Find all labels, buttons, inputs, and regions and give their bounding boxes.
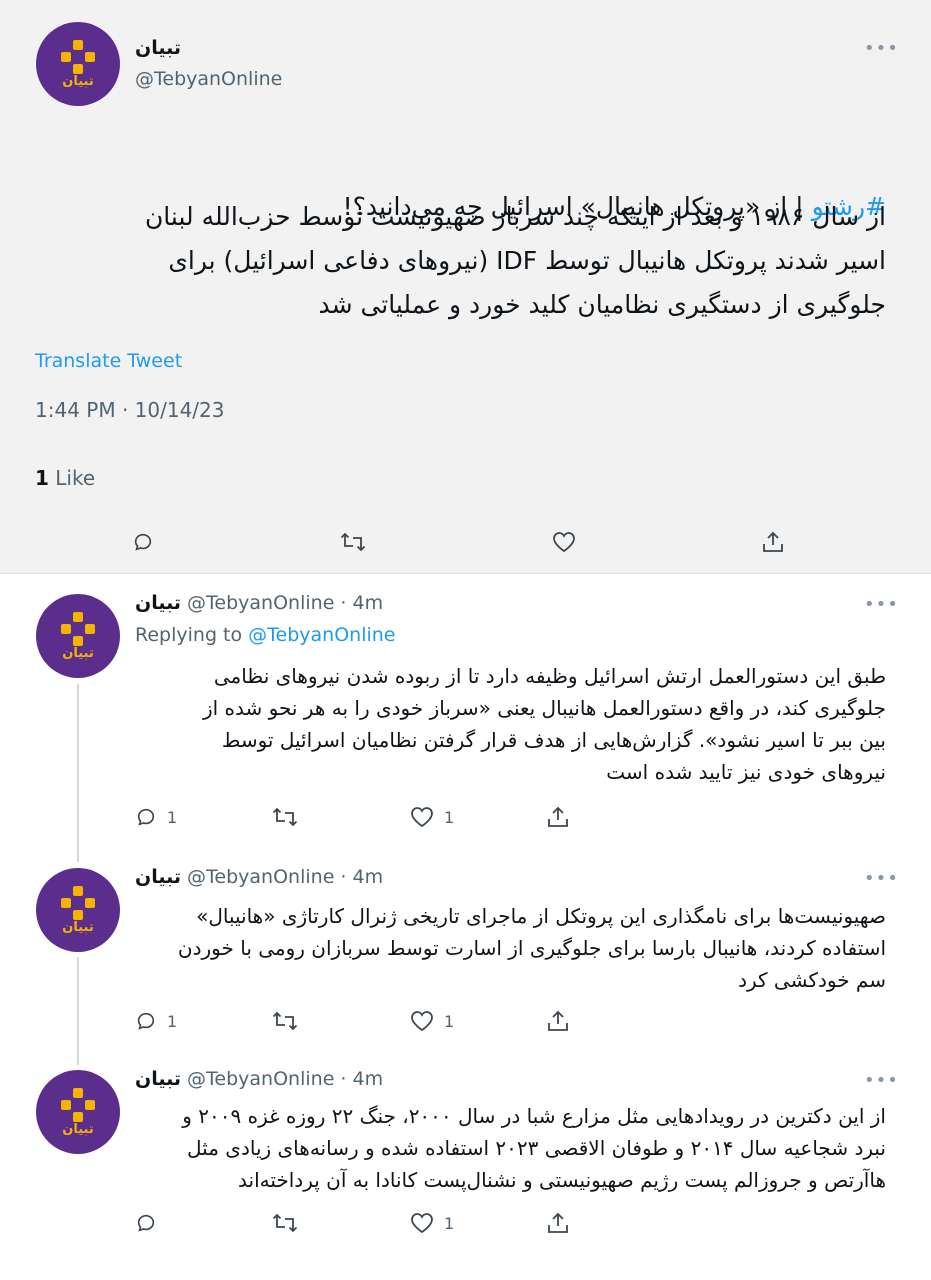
reply-button[interactable] [132,531,154,553]
main-tweet: تبیان تبیان @TebyanOnline ••• #رشتو | از… [0,0,931,574]
reply-header: تبیان @TebyanOnline · 4m [135,1068,383,1090]
retweet-button[interactable] [272,1212,298,1234]
reply-count: 1 [167,807,178,827]
tweet-timestamp[interactable]: 1:44 PM · 10/14/23 [35,398,224,422]
more-dots-icon[interactable]: ••• [864,594,899,615]
reply-icon [137,1214,155,1232]
retweet-icon [340,532,366,552]
logo-text: تبیان [62,919,94,935]
reply-tweet[interactable]: تبیان تبیان @TebyanOnline · 4m ••• صهیون… [0,864,931,1060]
heart-icon [411,807,433,828]
share-icon [548,1010,568,1031]
reply-button[interactable] [135,1212,157,1234]
tweet-body: از سال ۱۹۸۶ و بعد از اینکه چند سرباز صهی… [144,202,886,319]
author-name[interactable]: تبیان [135,866,181,888]
reply-icon [137,808,155,826]
reply-text: از این دکترین در رویدادهایی مثل مزارع شب… [182,1104,886,1192]
tebyan-logo-icon [61,885,95,920]
reply-header: تبیان @TebyanOnline · 4m [135,592,383,614]
heart-icon [411,1213,433,1234]
retweet-button[interactable] [340,531,366,553]
share-button[interactable] [762,531,784,553]
like-count: 1 [444,1213,455,1233]
mention-link[interactable]: @TebyanOnline [248,624,395,646]
reply-tweet[interactable]: تبیان تبیان @TebyanOnline · 4m ••• Reply… [0,574,931,864]
like-button[interactable]: 1 [410,806,454,828]
heart-icon [411,1011,433,1032]
replying-prefix: Replying to [135,624,249,646]
logo-text: تبیان [62,1121,94,1137]
like-count-number: 1 [35,466,49,490]
retweet-button[interactable] [272,1010,298,1032]
share-button[interactable] [547,1212,569,1234]
translate-tweet-link[interactable]: Translate Tweet [35,350,182,372]
more-dots-icon[interactable]: ••• [864,1070,899,1091]
reply-icon [137,1012,155,1030]
replying-to: Replying to @TebyanOnline [135,624,396,646]
like-count: 1 [444,807,455,827]
logo-text: تبیان [62,645,94,661]
like-count-label: Like [48,466,96,490]
like-button[interactable]: 1 [410,1010,454,1032]
tebyan-logo-icon [61,39,95,74]
author-handle-time[interactable]: @TebyanOnline · 4m [187,1068,383,1090]
avatar[interactable]: تبیان [36,22,120,106]
like-count: 1 [444,1011,455,1031]
tebyan-logo-icon [61,1087,95,1122]
reply-icon [134,533,152,551]
reply-count: 1 [167,1011,178,1031]
logo-text: تبیان [62,73,94,89]
tebyan-logo-icon [61,611,95,646]
like-count[interactable]: 1 Like [35,466,95,490]
author-handle-time[interactable]: @TebyanOnline · 4m [187,866,383,888]
like-button[interactable]: 1 [410,1212,454,1234]
author-handle[interactable]: @TebyanOnline [135,68,282,90]
reply-tweet[interactable]: تبیان تبیان @TebyanOnline · 4m ••• از ای… [0,1066,931,1276]
share-icon [548,1212,568,1233]
share-icon [548,806,568,827]
heart-icon [553,532,575,553]
author-handle-time[interactable]: @TebyanOnline · 4m [187,592,383,614]
author-name[interactable]: تبیان [135,592,181,614]
like-button[interactable] [552,531,576,553]
author-name[interactable]: تبیان [135,37,181,59]
share-icon [763,531,783,552]
reply-text: صهیونیست‌ها برای نامگذاری این پروتکل از … [177,904,886,992]
reply-button[interactable]: 1 [135,1010,177,1032]
reply-header: تبیان @TebyanOnline · 4m [135,866,383,888]
more-dots-icon[interactable]: ••• [864,868,899,889]
retweet-icon [272,807,298,827]
share-button[interactable] [547,806,569,828]
more-dots-icon[interactable]: ••• [864,38,899,59]
reply-button[interactable]: 1 [135,806,177,828]
retweet-button[interactable] [272,806,298,828]
share-button[interactable] [547,1010,569,1032]
retweet-icon [272,1213,298,1233]
author-name[interactable]: تبیان [135,1068,181,1090]
retweet-icon [272,1011,298,1031]
reply-text: طبق این دستورالعمل ارتش اسرائیل وظیفه دا… [202,664,886,784]
